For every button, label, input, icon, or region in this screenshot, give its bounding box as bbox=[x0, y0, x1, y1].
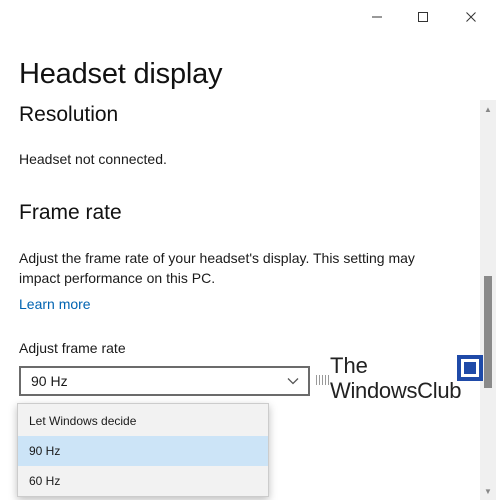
frame-rate-heading: Frame rate bbox=[19, 201, 122, 224]
watermark-line2: WindowsClub bbox=[330, 378, 462, 403]
watermark-logo-icon bbox=[457, 355, 483, 381]
frame-rate-combobox[interactable]: 90 Hz bbox=[19, 366, 310, 396]
frame-rate-dropdown-list: Let Windows decide 90 Hz 60 Hz bbox=[17, 403, 269, 497]
maximize-button[interactable] bbox=[400, 0, 446, 34]
frame-rate-selected-value: 90 Hz bbox=[31, 373, 68, 389]
minimize-button[interactable] bbox=[354, 0, 400, 34]
scroll-up-icon[interactable]: ▲ bbox=[480, 102, 496, 116]
watermark-stripes-icon bbox=[316, 375, 329, 385]
vertical-scrollbar[interactable]: ▲ ▼ bbox=[480, 100, 496, 500]
minimize-icon bbox=[372, 16, 382, 18]
scroll-down-icon[interactable]: ▼ bbox=[480, 484, 496, 498]
dropdown-option-90hz[interactable]: 90 Hz bbox=[18, 436, 268, 466]
resolution-heading: Resolution bbox=[19, 103, 119, 126]
close-button[interactable] bbox=[446, 0, 496, 34]
watermark: The WindowsClub bbox=[316, 352, 492, 412]
resolution-status: Headset not connected. bbox=[19, 151, 167, 167]
close-icon bbox=[466, 12, 476, 22]
frame-rate-combo-label: Adjust frame rate bbox=[19, 340, 126, 356]
watermark-line1: The bbox=[330, 353, 368, 378]
maximize-icon bbox=[418, 12, 428, 22]
learn-more-link[interactable]: Learn more bbox=[19, 296, 91, 312]
dropdown-option-60hz[interactable]: 60 Hz bbox=[18, 466, 268, 496]
frame-rate-description: Adjust the frame rate of your headset's … bbox=[19, 250, 415, 286]
dropdown-option-let-windows-decide[interactable]: Let Windows decide bbox=[18, 406, 268, 436]
chevron-down-icon bbox=[286, 374, 300, 388]
page-title: Headset display bbox=[19, 58, 223, 90]
